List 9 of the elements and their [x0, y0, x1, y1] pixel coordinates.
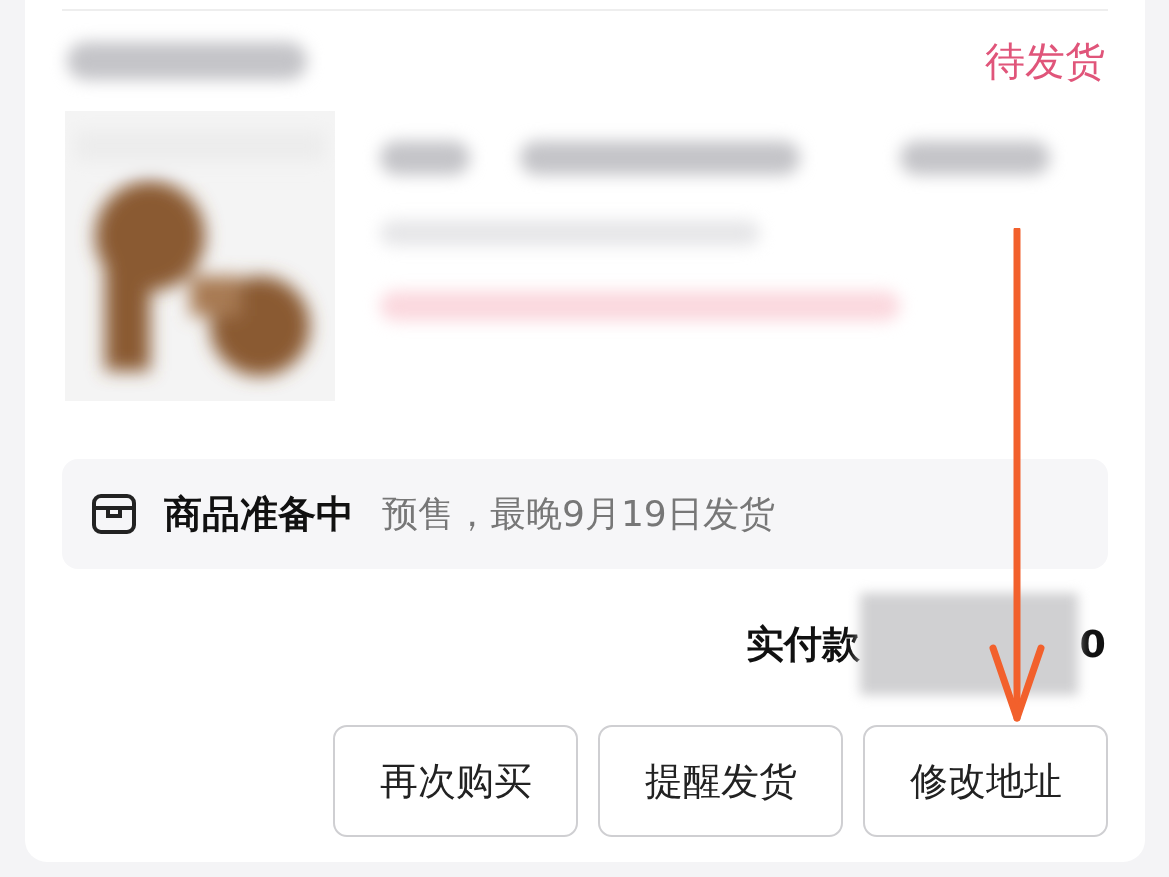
order-status: 待发货 — [985, 36, 1106, 86]
action-button[interactable]: 提醒发货 — [598, 725, 843, 837]
box-icon — [92, 494, 136, 534]
payment-amount: 0 — [1079, 622, 1106, 666]
action-button[interactable]: 再次购买 — [333, 725, 578, 837]
action-button[interactable]: 修改地址 — [863, 725, 1108, 837]
notice-title: 商品准备中 — [164, 490, 354, 538]
payment-label: 实付款 — [745, 620, 860, 668]
notice-text: 预售，最晚9月19日发货 — [382, 491, 775, 536]
